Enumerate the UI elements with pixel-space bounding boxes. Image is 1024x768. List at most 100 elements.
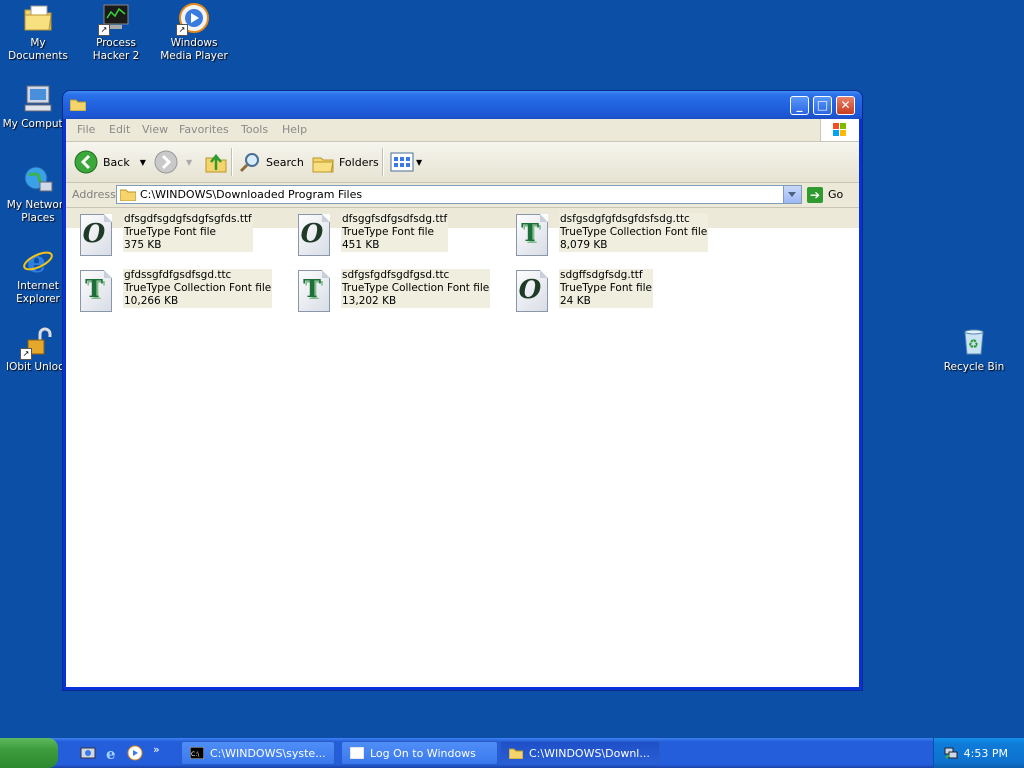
internet-explorer-icon: e	[22, 245, 54, 280]
folder-icon	[69, 98, 87, 112]
task-explorer-window[interactable]: C:\WINDOWS\Downl...	[500, 741, 660, 765]
task-command-prompt[interactable]: C:\ C:\WINDOWS\syste...	[181, 741, 335, 765]
media-player-icon: ↗	[176, 2, 210, 36]
svg-text:♻: ♻	[968, 337, 979, 351]
close-button[interactable]: ✕	[836, 96, 855, 115]
folders-button[interactable]: Folders	[311, 149, 379, 175]
file-size: 13,202 KB	[342, 295, 397, 307]
menu-view[interactable]: View	[142, 123, 168, 136]
views-icon	[390, 152, 414, 172]
toolbar-separator	[382, 148, 384, 176]
forward-button[interactable]: ▼	[154, 149, 192, 175]
truetype-collection-icon: T	[514, 212, 550, 258]
truetype-collection-icon: T	[296, 268, 332, 314]
menu-help[interactable]: Help	[282, 123, 307, 136]
folders-icon	[312, 157, 334, 173]
chevron-down-icon[interactable]: ▼	[186, 158, 192, 167]
shortcut-arrow-icon: ↗	[176, 24, 188, 36]
file-size: 24 KB	[560, 295, 591, 307]
address-bar: Address C:\WINDOWS\Downloaded Program Fi…	[66, 183, 859, 208]
up-folder-button[interactable]	[204, 149, 228, 175]
address-label: Address	[72, 188, 116, 201]
address-path: C:\WINDOWS\Downloaded Program Files	[140, 188, 363, 201]
search-icon	[239, 153, 259, 173]
file-name: sdfgsfgdfsgdfgsd.ttc	[342, 269, 450, 281]
go-button[interactable]: ➔ Go	[807, 185, 843, 204]
monitor-icon: ↗	[98, 2, 132, 36]
desktop-icon-recycle-bin[interactable]: ♻ Recycle Bin	[936, 326, 1012, 374]
window-titlebar[interactable]: _ □ ✕	[63, 91, 862, 119]
task-log-on-to-windows[interactable]: Log On to Windows	[341, 741, 498, 765]
file-name: dfsgdfsgdgfsdgfsgfds.ttf	[124, 213, 252, 225]
taskbar: e » C:\ C:\WINDOWS\syste... Log On to Wi…	[0, 738, 1024, 768]
file-name: sdgffsdgfsdg.ttf	[560, 269, 643, 281]
chevron-down-icon[interactable]: ▼	[416, 158, 422, 167]
window-icon	[349, 746, 365, 760]
clock: 4:53 PM	[963, 747, 1008, 760]
folder-icon	[120, 189, 136, 201]
go-arrow-icon: ➔	[807, 186, 823, 203]
window-client: File Edit View Favorites Tools Help Back…	[66, 119, 859, 687]
menu-edit[interactable]: Edit	[109, 123, 130, 136]
quicklaunch-more[interactable]: »	[153, 743, 160, 756]
search-button[interactable]: Search	[238, 149, 304, 175]
folder-icon	[22, 2, 54, 34]
file-name: gfdssgfdfgsdfsgd.ttc	[124, 269, 232, 281]
file-details: sdfgsfgdfsgdfgsd.ttc TrueType Collection …	[341, 269, 491, 308]
menu-tools[interactable]: Tools	[241, 123, 268, 136]
file-type: TrueType Collection Font file	[342, 282, 490, 294]
explorer-window: _ □ ✕ File Edit View Favorites Tools Hel…	[63, 91, 862, 690]
start-button[interactable]	[0, 738, 58, 768]
file-details: dfsgdfsgdgfsdgfsgfds.ttf TrueType Font fi…	[123, 213, 253, 252]
chevron-down-icon[interactable]: ▼	[140, 158, 146, 167]
address-input[interactable]: C:\WINDOWS\Downloaded Program Files	[116, 185, 802, 204]
desktop-icon-windows-media-player[interactable]: ↗ Windows Media Player	[156, 2, 232, 63]
show-desktop-icon[interactable]	[80, 745, 96, 761]
file-size: 451 KB	[342, 239, 380, 251]
svg-text:C:\: C:\	[191, 751, 200, 758]
shortcut-arrow-icon: ↗	[20, 348, 32, 360]
up-folder-icon	[205, 154, 227, 173]
file-details: dsfgsdgfgfdsgfdsfsdg.ttc TrueType Collect…	[559, 213, 709, 252]
file-details: sdgffsdgfsdg.ttf TrueType Font file 24 KB	[559, 269, 653, 308]
folder-icon	[508, 747, 524, 760]
desktop-icon-process-hacker[interactable]: ↗ Process Hacker 2	[78, 2, 154, 63]
address-dropdown-button[interactable]	[783, 186, 801, 203]
maximize-button[interactable]: □	[813, 96, 832, 115]
truetype-collection-icon: T	[78, 268, 114, 314]
network-globe-icon	[22, 164, 54, 196]
file-details: gfdssgfdfgsdfsgd.ttc TrueType Collection …	[123, 269, 273, 308]
views-button[interactable]: ▼	[390, 149, 422, 175]
desktop-icon-my-documents[interactable]: My Documents	[0, 2, 76, 63]
truetype-font-icon: O	[296, 212, 332, 258]
computer-icon	[22, 83, 54, 115]
file-type: TrueType Font file	[124, 226, 216, 238]
minimize-button[interactable]: _	[790, 96, 809, 115]
file-name: dfsggfsdfgsdfsdg.ttf	[342, 213, 448, 225]
toolbar: Back ▼ ▼ Search Folders ▼	[66, 142, 859, 183]
internet-explorer-icon[interactable]: e	[104, 745, 120, 763]
menu-file[interactable]: File	[77, 123, 95, 136]
menu-favorites[interactable]: Favorites	[179, 123, 229, 136]
file-details: dfsggfsdfgsdfsdg.ttf TrueType Font file 45…	[341, 213, 449, 252]
file-type: TrueType Font file	[560, 282, 652, 294]
svg-text:e: e	[106, 745, 116, 761]
windows-logo-icon	[820, 119, 859, 141]
file-size: 375 KB	[124, 239, 162, 251]
svg-text:e: e	[27, 245, 46, 277]
network-icon[interactable]	[944, 746, 958, 760]
unlock-icon: ↗	[20, 326, 54, 360]
media-player-icon[interactable]	[127, 745, 143, 761]
shortcut-arrow-icon: ↗	[98, 24, 110, 36]
truetype-font-icon: O	[514, 268, 550, 314]
back-button[interactable]: Back ▼	[74, 149, 146, 175]
menu-bar: File Edit View Favorites Tools Help	[66, 119, 859, 142]
file-size: 8,079 KB	[560, 239, 608, 251]
back-arrow-icon	[74, 150, 98, 174]
toolbar-separator	[231, 148, 233, 176]
system-tray: 4:53 PM	[933, 738, 1024, 768]
command-prompt-icon: C:\	[189, 746, 205, 760]
file-type: TrueType Font file	[342, 226, 434, 238]
file-name: dsfgsdgfgfdsgfdsfsdg.ttc	[560, 213, 690, 225]
file-type: TrueType Collection Font file	[560, 226, 708, 238]
